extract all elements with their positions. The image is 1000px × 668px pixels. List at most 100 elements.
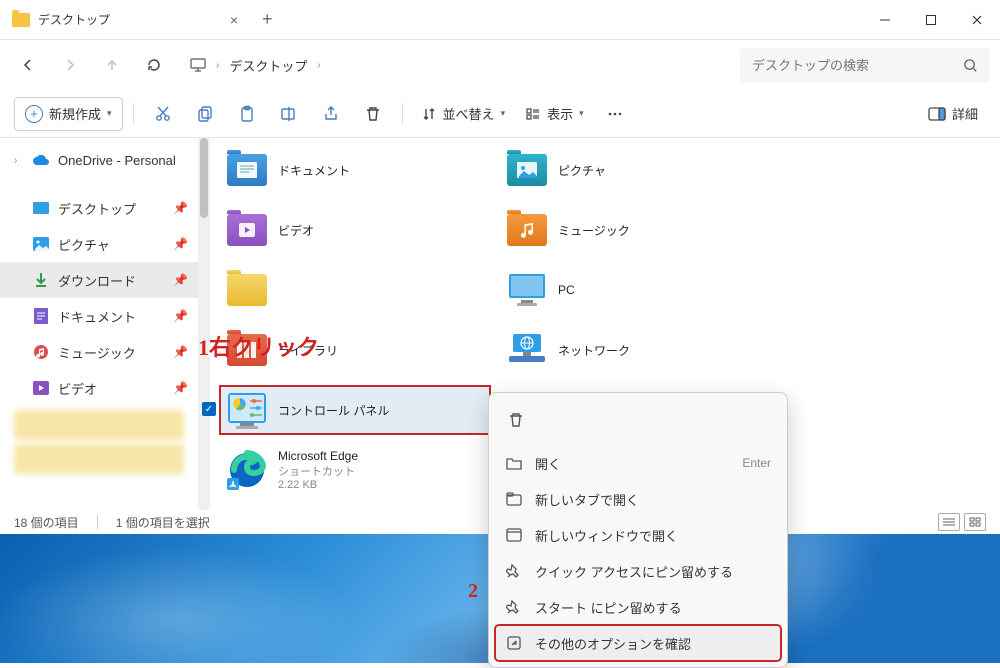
paste-button[interactable] bbox=[228, 97, 266, 131]
context-new-tab[interactable]: 新しいタブで開く bbox=[495, 481, 781, 517]
item-label: PC bbox=[558, 283, 575, 297]
toolbar: + 新規作成 ▾ 並べ替え ▾ 表示 ▾ 詳細 bbox=[0, 90, 1000, 138]
rename-button[interactable] bbox=[270, 97, 308, 131]
list-view-button[interactable] bbox=[938, 513, 960, 531]
context-pin-start[interactable]: スタート にピン留めする bbox=[495, 589, 781, 625]
pin-icon: 📌 bbox=[173, 273, 188, 287]
item-pictures[interactable]: ピクチャ bbox=[500, 146, 770, 194]
folder-icon bbox=[12, 13, 30, 27]
context-delete-button[interactable] bbox=[499, 403, 533, 437]
folder-icon bbox=[507, 214, 547, 246]
sidebar-scrollbar[interactable] bbox=[198, 138, 210, 528]
blurred-item bbox=[14, 444, 184, 474]
pictures-icon bbox=[32, 235, 50, 253]
pin-icon: 📌 bbox=[173, 381, 188, 395]
new-tab-icon bbox=[505, 490, 523, 508]
share-button[interactable] bbox=[312, 97, 350, 131]
sort-button[interactable]: 並べ替え ▾ bbox=[413, 97, 514, 131]
context-pin-quickaccess[interactable]: クイック アクセスにピン留めする bbox=[495, 553, 781, 589]
separator bbox=[133, 103, 134, 125]
context-menu: 開く Enter 新しいタブで開く 新しいウィンドウで開く クイック アクセスに… bbox=[488, 392, 788, 668]
status-selected: 1 個の項目を選択 bbox=[116, 514, 210, 531]
monitor-icon bbox=[190, 57, 206, 73]
pin-icon: 📌 bbox=[173, 237, 188, 251]
context-open[interactable]: 開く Enter bbox=[495, 445, 781, 481]
video-icon bbox=[32, 379, 50, 397]
pin-icon bbox=[505, 562, 523, 580]
search-input[interactable] bbox=[752, 58, 955, 73]
context-label: 新しいタブで開く bbox=[535, 490, 771, 509]
folder-icon bbox=[507, 154, 547, 186]
sort-label: 並べ替え bbox=[443, 104, 495, 123]
sidebar-documents[interactable]: ドキュメント 📌 bbox=[0, 298, 198, 334]
item-music[interactable]: ミュージック bbox=[500, 206, 770, 254]
back-button[interactable] bbox=[10, 47, 46, 83]
context-label: 開く bbox=[535, 454, 730, 473]
item-size: 2.22 KB bbox=[278, 479, 358, 491]
scrollbar-thumb[interactable] bbox=[200, 138, 208, 218]
forward-button[interactable] bbox=[52, 47, 88, 83]
documents-icon bbox=[32, 307, 50, 325]
cut-button[interactable] bbox=[144, 97, 182, 131]
maximize-button[interactable] bbox=[908, 0, 954, 40]
breadcrumb-item[interactable]: デスクトップ bbox=[229, 56, 307, 75]
more-button[interactable] bbox=[596, 97, 634, 131]
address-bar[interactable]: › デスクトップ › bbox=[178, 47, 734, 83]
sidebar-desktop[interactable]: デスクトップ 📌 bbox=[0, 190, 198, 226]
item-network[interactable]: ネットワーク bbox=[500, 326, 770, 374]
checkbox-icon[interactable]: ✓ bbox=[202, 402, 216, 416]
control-panel-icon bbox=[226, 389, 268, 431]
context-accel: Enter bbox=[742, 456, 771, 470]
up-button[interactable] bbox=[94, 47, 130, 83]
sidebar-label: ドキュメント bbox=[58, 307, 165, 326]
sidebar-label: ピクチャ bbox=[58, 235, 165, 254]
new-tab-button[interactable]: + bbox=[250, 9, 285, 30]
titlebar: デスクトップ × + bbox=[0, 0, 1000, 40]
search-box[interactable] bbox=[740, 48, 990, 82]
context-more-options[interactable]: その他のオプションを確認 bbox=[495, 625, 781, 661]
item-library[interactable]: ライブラリ bbox=[220, 326, 490, 374]
sidebar-music[interactable]: ミュージック 📌 bbox=[0, 334, 198, 370]
item-pc[interactable]: PC bbox=[500, 266, 770, 314]
new-button[interactable]: + 新規作成 ▾ bbox=[14, 97, 123, 131]
item-videos[interactable]: ビデオ bbox=[220, 206, 490, 254]
grid-view-button[interactable] bbox=[964, 513, 986, 531]
context-label: クイック アクセスにピン留めする bbox=[535, 562, 771, 581]
context-label: 新しいウィンドウで開く bbox=[535, 526, 771, 545]
chevron-right-icon: › bbox=[14, 155, 24, 166]
search-icon bbox=[963, 58, 978, 73]
desktop-icon bbox=[32, 199, 50, 217]
details-label: 詳細 bbox=[952, 104, 978, 123]
sidebar-pictures[interactable]: ピクチャ 📌 bbox=[0, 226, 198, 262]
item-label: ドキュメント bbox=[278, 162, 350, 179]
folder-icon bbox=[227, 214, 267, 246]
sidebar-onedrive[interactable]: › OneDrive - Personal bbox=[0, 142, 198, 178]
close-window-button[interactable] bbox=[954, 0, 1000, 40]
item-blank-folder[interactable] bbox=[220, 266, 490, 314]
details-pane-button[interactable]: 詳細 bbox=[920, 97, 986, 131]
download-icon bbox=[32, 271, 50, 289]
item-documents[interactable]: ドキュメント bbox=[220, 146, 490, 194]
sidebar-label: ビデオ bbox=[58, 379, 165, 398]
copy-button[interactable] bbox=[186, 97, 224, 131]
new-label: 新規作成 bbox=[49, 104, 101, 123]
minimize-button[interactable] bbox=[862, 0, 908, 40]
item-edge[interactable]: Microsoft Edge ショートカット 2.22 KB bbox=[220, 446, 490, 494]
window-tab[interactable]: デスクトップ × bbox=[0, 0, 250, 39]
sidebar-videos[interactable]: ビデオ 📌 bbox=[0, 370, 198, 406]
item-control-panel[interactable]: ✓ コントロール パネル bbox=[220, 386, 490, 434]
delete-button[interactable] bbox=[354, 97, 392, 131]
new-window-icon bbox=[505, 526, 523, 544]
sidebar-downloads[interactable]: ダウンロード 📌 bbox=[0, 262, 198, 298]
close-tab-icon[interactable]: × bbox=[230, 12, 238, 28]
blurred-item bbox=[14, 410, 184, 440]
view-label: 表示 bbox=[547, 104, 573, 123]
separator bbox=[402, 103, 403, 125]
sidebar-label: デスクトップ bbox=[58, 199, 165, 218]
view-button[interactable]: 表示 ▾ bbox=[517, 97, 592, 131]
folder-icon bbox=[227, 334, 267, 366]
context-new-window[interactable]: 新しいウィンドウで開く bbox=[495, 517, 781, 553]
chevron-right-icon: › bbox=[216, 60, 219, 71]
refresh-button[interactable] bbox=[136, 47, 172, 83]
annotation-2: 2 bbox=[468, 580, 478, 603]
